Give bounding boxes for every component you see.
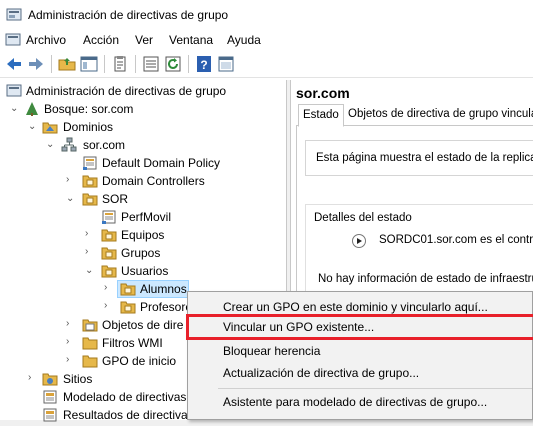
tree-node-label: GPO de inicio (102, 354, 177, 368)
tree-node-label: Default Domain Policy (102, 156, 221, 170)
tree-node-label: Equipos (121, 228, 165, 242)
results-icon (42, 407, 58, 426)
forward-arrow-icon[interactable] (26, 54, 46, 74)
mmc-window-icon[interactable] (216, 54, 236, 74)
ctx-create-gpo-and-link[interactable]: Crear un GPO en este dominio y vincularl… (223, 300, 488, 314)
tree-node-label: PerfMovil (121, 210, 172, 224)
chevron-right-icon[interactable]: › (104, 301, 114, 311)
tree-node-label: Dominios (63, 120, 114, 134)
details-title: sor.com (296, 85, 350, 101)
back-arrow-icon[interactable] (4, 54, 24, 74)
show-hide-tree-icon[interactable] (79, 54, 99, 74)
tree-node-label: Modelado de directivas (63, 390, 187, 404)
gpmc-window: Administración de directivas de grupo Ar… (0, 0, 533, 422)
tree-node-grupos[interactable]: › Grupos (0, 244, 287, 262)
tree-node-perfmovil[interactable]: PerfMovil (0, 208, 287, 226)
toolbar-separator (104, 55, 105, 73)
window-title: Administración de directivas de grupo (28, 8, 229, 22)
chevron-down-icon[interactable]: ⌄ (66, 194, 76, 204)
context-menu: Crear un GPO en este dominio y vincularl… (187, 291, 533, 420)
status-details-label: Detalles del estado (314, 212, 412, 224)
properties-icon[interactable] (110, 54, 130, 74)
infra-status-line: No hay información de estado de infraest… (318, 273, 533, 285)
title-bar: Administración de directivas de grupo (0, 0, 533, 30)
tab-estado[interactable]: Estado (298, 104, 344, 127)
tab-linked-gpos[interactable]: Objetos de directiva de grupo vinculados (344, 106, 533, 126)
ctx-modeling-wizard[interactable]: Asistente para modelado de directivas de… (223, 395, 487, 409)
highlight-annotation (186, 314, 533, 340)
menu-bar: Archivo Acción Ver Ventana Ayuda (0, 30, 533, 50)
tree-node-usuarios[interactable]: ⌄ Usuarios (0, 262, 287, 280)
tree-node-default-domain-policy[interactable]: Default Domain Policy (0, 154, 287, 172)
chevron-down-icon[interactable]: ⌄ (10, 104, 20, 114)
status-line: SORDC01.sor.com es el controla (379, 234, 533, 246)
up-folder-icon[interactable] (57, 54, 77, 74)
ctx-separator (218, 388, 532, 389)
chevron-right-icon[interactable]: › (85, 229, 95, 239)
chevron-right-icon[interactable]: › (85, 247, 95, 257)
ctx-block-inheritance[interactable]: Bloquear herencia (223, 344, 320, 358)
menu-file[interactable]: Archivo (26, 33, 66, 47)
tree-node-forest[interactable]: ⌄ Bosque: sor.com (0, 100, 287, 118)
chevron-down-icon[interactable]: ⌄ (28, 122, 38, 132)
chevron-down-icon[interactable]: ⌄ (85, 266, 95, 276)
menu-archivo (5, 33, 21, 50)
ctx-group-policy-update[interactable]: Actualización de directiva de grupo... (223, 366, 419, 380)
tree-node-label: Objetos de dire (102, 318, 184, 332)
chevron-right-icon[interactable]: › (104, 283, 114, 293)
menu-view[interactable]: Ver (135, 33, 153, 47)
tree-node-domain[interactable]: ⌄ sor.com (0, 136, 287, 154)
expand-details-icon[interactable] (352, 234, 366, 251)
tree-node-label: Sitios (63, 372, 93, 386)
help-icon[interactable]: ? (194, 54, 214, 74)
info-text: Esta página muestra el estado de la repl… (316, 152, 533, 164)
toolbar-separator (188, 55, 189, 73)
tree-node-root[interactable]: Administración de directivas de grupo (0, 82, 287, 100)
tree-node-label: SOR (102, 192, 129, 206)
toolbar: ? (0, 50, 533, 78)
menu-window[interactable]: Ventana (169, 33, 213, 47)
tab-strip: Estado Objetos de directiva de grupo vin… (296, 104, 533, 127)
menu-action[interactable]: Acción (83, 33, 119, 47)
svg-text:?: ? (200, 58, 207, 72)
tree-node-sor[interactable]: ⌄ SOR (0, 190, 287, 208)
chevron-right-icon[interactable]: › (66, 319, 76, 329)
tree-node-label: Domain Controllers (102, 174, 205, 188)
menu-help[interactable]: Ayuda (227, 33, 261, 47)
chevron-right-icon[interactable]: › (28, 373, 38, 383)
chevron-down-icon[interactable]: ⌄ (46, 140, 56, 150)
tree-node-equipos[interactable]: › Equipos (0, 226, 287, 244)
export-list-icon[interactable] (141, 54, 161, 74)
refresh-icon[interactable] (163, 54, 183, 74)
tree-node-label: Usuarios (121, 264, 169, 278)
info-box: Esta página muestra el estado de la repl… (305, 140, 533, 176)
tree-node-label: Grupos (121, 246, 161, 260)
tree-node-label: Filtros WMI (102, 336, 163, 350)
tree-node-domain-controllers[interactable]: › Domain Controllers (0, 172, 287, 190)
gpmc-app-icon (6, 7, 22, 26)
tree-node-label: Alumnos (140, 282, 187, 296)
chevron-right-icon[interactable]: › (66, 355, 76, 365)
tree-node-label: Administración de directivas de grupo (26, 84, 227, 98)
status-details-box: Detalles del estado SORDC01.sor.com es e… (305, 204, 533, 302)
chevron-right-icon[interactable]: › (66, 175, 76, 185)
tree-node-label: Bosque: sor.com (44, 102, 134, 116)
tree-node-label: sor.com (83, 138, 126, 152)
tree-node-domains[interactable]: ⌄ Dominios (0, 118, 287, 136)
tree-node-label: Profesore (140, 300, 193, 314)
toolbar-separator (135, 55, 136, 73)
toolbar-separator (51, 55, 52, 73)
chevron-right-icon[interactable]: › (66, 337, 76, 347)
